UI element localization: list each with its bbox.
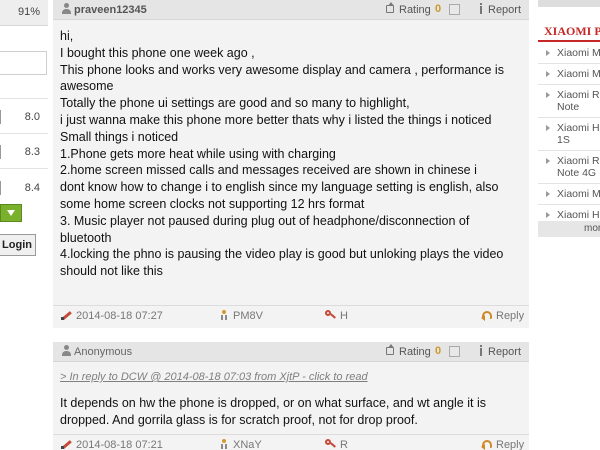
score-value: 8.4 [24,182,40,194]
comment-body: hi, I bought this phone one week ago , T… [60,28,526,280]
rating-checkbox[interactable] [449,4,460,15]
comment-author-code: R [325,439,348,450]
comment-line: dropped. And gorrila glass is for scratc… [60,412,418,427]
rating-value: 0 [435,345,442,357]
rating-percent: 91% [17,6,40,18]
sidebar-item[interactable]: Xiaomi M [538,64,600,85]
comment-header: Anonymous Rating 0 Report [53,342,529,362]
key-icon [325,439,337,449]
comment-line: some home screen clocks not supporting 1… [60,196,365,211]
comment-footer: 2014-08-18 07:27 PM8V H Reply [53,305,529,327]
comment-line: bluetooth [60,230,112,245]
pen-icon [61,439,73,449]
comment-username[interactable]: Anonymous [61,345,132,358]
bullet-arrow-icon [546,212,550,218]
bullet-arrow-icon [546,158,550,164]
sidebar-item[interactable]: Xiaomi M [538,184,600,205]
sidebar-title[interactable]: XIAOMI PH [538,20,600,42]
sidebar-top-bar [538,0,600,7]
comment-line: 1.Phone gets more heat while using with … [60,146,336,161]
report-icon [477,3,485,14]
comment-line: should not like this [60,264,163,279]
sidebar-item[interactable]: Xiaomi M [538,43,600,64]
comment-line: It depends on hw the phone is dropped, o… [60,396,486,410]
reply-button[interactable]: Reply [481,310,524,322]
comment-line: dont know how to change i to english sin… [60,180,499,195]
comment-line: awesome [60,79,114,94]
person-icon [218,310,230,320]
more-button[interactable]: mor [538,221,600,237]
sidebar-item[interactable]: Xiaomi Re Note [538,85,600,118]
comment-line: Small things i noticed [60,129,179,144]
rating-icon [384,2,396,14]
dropdown-arrow-icon [7,210,15,216]
comment-line: hi, [60,29,74,43]
dropdown-button[interactable] [0,204,22,222]
comment-body: It depends on hw the phone is dropped, o… [60,395,526,429]
report-button[interactable]: Report [477,345,521,358]
sidebar-list: Xiaomi M Xiaomi M Xiaomi Re Note Xiaomi … [538,43,600,226]
score-value: 8.0 [24,111,40,123]
left-panel: 91% 8.0 8.3 8.4 Login [0,0,48,450]
comment-date: 2014-08-18 07:21 [61,439,163,450]
left-input-box[interactable] [0,51,47,75]
score-value: 8.3 [24,146,40,158]
comment-location: XNaY [218,439,262,450]
sidebar-item[interactable]: Xiaomi Re Note 4G [538,151,600,184]
comment-location: PM8V [218,310,263,322]
bullet-arrow-icon [546,71,550,77]
divider [0,168,48,169]
comment-line: Totally the phone ui settings are good a… [60,96,410,111]
comment-author-code: H [325,310,348,322]
comment: praveen12345 Rating 0 Report hi, I bough… [53,0,529,328]
comment-footer: 2014-08-18 07:21 XNaY R Reply [53,434,529,450]
comment-header: praveen12345 Rating 0 Report [53,0,529,20]
bullet-arrow-icon [546,92,550,98]
in-reply-to-link[interactable]: > In reply to DCW @ 2014-08-18 07:03 fro… [60,371,368,383]
comment-username[interactable]: praveen12345 [61,3,147,16]
person-icon [218,439,230,449]
rating-button[interactable]: Rating [384,2,431,16]
divider [0,133,48,134]
comment-line: i just wanna make this phone more better… [60,112,492,127]
bullet-arrow-icon [546,191,550,197]
bullet-arrow-icon [546,50,550,56]
comment-line: 3. Music player not paused during plug o… [60,213,470,228]
bullet-arrow-icon [546,125,550,131]
report-button[interactable]: Report [477,3,521,16]
comment-line: 4.locking the phno is pausing the video … [60,247,504,262]
right-sidebar: XIAOMI PH Xiaomi M Xiaomi M Xiaomi Re No… [538,0,600,450]
comment-line: I bought this phone one week ago , [60,45,255,60]
comment-line: 2.home screen missed calls and messages … [60,163,477,178]
left-header-bar: 91% [0,0,48,26]
rating-icon [384,344,396,356]
rating-button[interactable]: Rating [384,344,431,358]
reply-icon [481,439,493,450]
rating-value: 0 [435,3,442,15]
key-icon [325,310,337,320]
user-icon [61,345,72,356]
pen-icon [61,310,73,320]
sidebar-item[interactable]: Xiaomi Ho 1S [538,118,600,151]
reply-button[interactable]: Reply [481,439,524,450]
comment-line: This phone looks and works very awesome … [60,62,504,77]
user-icon [61,3,72,14]
login-button[interactable]: Login [0,234,36,256]
report-icon [477,345,485,356]
comment: Anonymous Rating 0 Report > In reply to … [53,342,529,450]
divider [0,98,48,99]
rating-checkbox[interactable] [449,346,460,357]
reply-icon [481,310,493,321]
comment-date: 2014-08-18 07:27 [61,310,163,322]
